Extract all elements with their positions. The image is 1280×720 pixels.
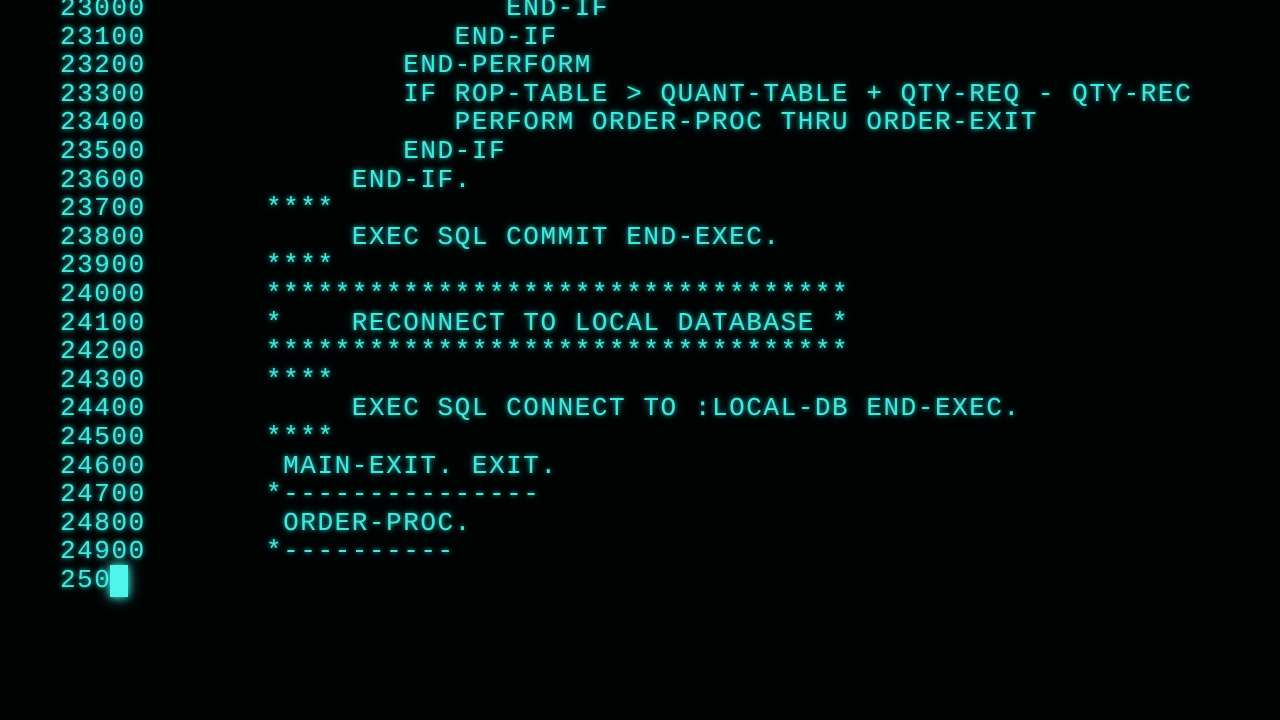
code-text: ********************************** — [266, 279, 850, 309]
code-text: END-PERFORM — [266, 50, 592, 81]
line-number: 24300 — [60, 364, 146, 395]
line-number: 23000 — [60, 0, 146, 23]
line-number: 23900 — [60, 250, 146, 281]
code-text: END-IF — [266, 136, 507, 166]
block-cursor-icon — [110, 565, 128, 597]
code-text: **** — [266, 250, 335, 281]
code-text: *--------------- — [266, 479, 541, 510]
terminal-screen[interactable]: 23000 END-IF 23100 END-IF 23200 END-PERFOR… — [0, 0, 1280, 720]
code-text: END-IF — [266, 21, 558, 52]
line-number: 23400 — [60, 107, 146, 138]
line-number: 23800 — [60, 221, 146, 252]
line-number: 23600 — [60, 164, 146, 195]
line-number: 23300 — [60, 78, 146, 109]
code-text: *---------- — [266, 536, 455, 567]
line-number: 23200 — [60, 50, 146, 81]
line-number: 250 — [60, 565, 112, 595]
line-number: 23500 — [60, 136, 146, 166]
line-number: 24600 — [60, 450, 146, 481]
code-text: **** — [266, 422, 335, 452]
line-number: 24000 — [60, 279, 146, 309]
code-text: EXEC SQL COMMIT END-EXEC. — [266, 221, 781, 252]
code-text: ORDER-PROC. — [266, 507, 472, 538]
code-text: EXEC SQL CONNECT TO :LOCAL-DB END-EXEC. — [266, 393, 1021, 424]
code-text: END-IF. — [266, 164, 472, 195]
code-text: IF ROP-TABLE > QUANT-TABLE + QTY-REQ - Q… — [266, 78, 1193, 109]
code-text: * RECONNECT TO LOCAL DATABASE * — [266, 307, 850, 338]
line-number: 23700 — [60, 193, 146, 224]
code-text: MAIN-EXIT. EXIT. — [266, 450, 558, 481]
line-number: 23100 — [60, 21, 146, 52]
code-text: END-IF — [266, 0, 610, 23]
line-number: 24100 — [60, 307, 146, 338]
line-number: 24200 — [60, 336, 146, 367]
line-number: 24700 — [60, 479, 146, 510]
code-text: ********************************** — [266, 336, 850, 367]
line-number: 24800 — [60, 507, 146, 538]
line-number: 24400 — [60, 393, 146, 424]
line-number: 24500 — [60, 422, 146, 452]
code-text: **** — [266, 193, 335, 224]
code-text: PERFORM ORDER-PROC THRU ORDER-EXIT — [266, 107, 1038, 138]
line-number: 24900 — [60, 536, 146, 567]
code-text: **** — [266, 364, 335, 395]
